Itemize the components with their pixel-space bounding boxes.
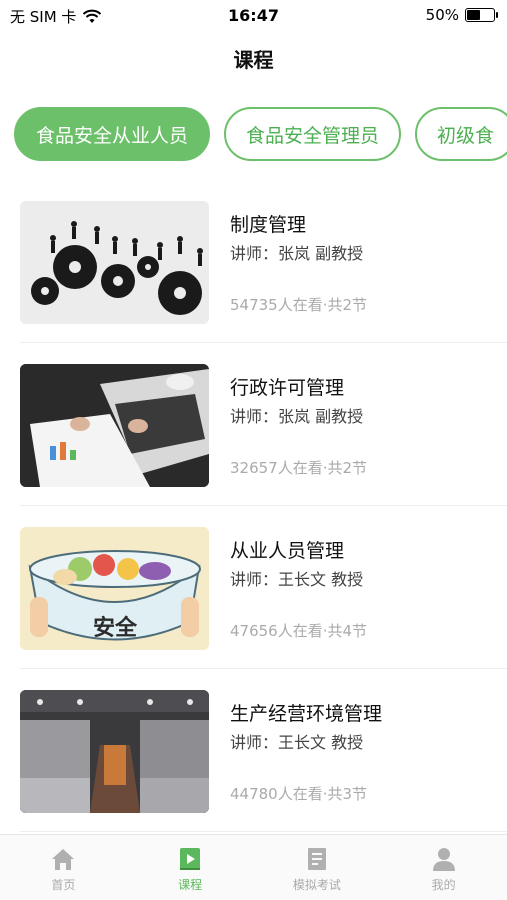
tab-profile[interactable]: 我的 <box>380 835 507 900</box>
tab-bar: 首页 课程 模拟考试 我的 <box>0 834 507 900</box>
home-icon <box>52 849 75 870</box>
tab-exam[interactable]: 模拟考试 <box>254 835 381 900</box>
course-stats: 54735人在看·共2节 <box>230 296 368 314</box>
course-list: 制度管理 讲师：张岚 副教授 54735人在看·共2节 行政许可管理 讲师：张岚… <box>0 180 507 832</box>
course-item[interactable]: 安全 从业人员管理 讲师：王长文 教授 47656人在看·共4节 <box>20 506 507 669</box>
course-item[interactable]: 行政许可管理 讲师：张岚 副教授 32657人在看·共2节 <box>20 343 507 506</box>
course-thumbnail <box>20 201 209 324</box>
tab-label: 我的 <box>431 878 456 892</box>
tab-label: 模拟考试 <box>292 878 341 892</box>
course-stats: 44780人在看·共3节 <box>230 785 368 803</box>
battery-icon <box>465 8 498 22</box>
course-thumbnail <box>20 364 209 487</box>
battery-percent: 50% <box>425 6 459 24</box>
course-teacher: 讲师：王长文 教授 <box>230 570 364 589</box>
course-title: 行政许可管理 <box>230 377 345 399</box>
course-icon <box>180 848 201 870</box>
course-stats: 47656人在看·共4节 <box>230 622 368 640</box>
exam-icon <box>307 848 326 870</box>
course-teacher: 讲师：张岚 副教授 <box>230 407 364 426</box>
status-bar: 无 SIM 卡 16:47 50% <box>0 0 507 30</box>
category-chip-junior[interactable]: 初级食 <box>415 107 507 161</box>
course-teacher: 讲师：张岚 副教授 <box>230 244 364 263</box>
course-title: 生产经营环境管理 <box>230 703 383 725</box>
tab-home[interactable]: 首页 <box>0 835 127 900</box>
category-scroller[interactable]: 食品安全从业人员 食品安全管理员 初级食 <box>0 100 507 170</box>
tab-course[interactable]: 课程 <box>127 835 254 900</box>
course-thumbnail <box>20 690 209 813</box>
course-item[interactable]: 生产经营环境管理 讲师：王长文 教授 44780人在看·共3节 <box>20 669 507 832</box>
course-item[interactable]: 制度管理 讲师：张岚 副教授 54735人在看·共2节 <box>20 180 507 343</box>
category-chip-manager[interactable]: 食品安全管理员 <box>224 107 402 161</box>
page-title: 课程 <box>233 48 274 72</box>
course-stats: 32657人在看·共2节 <box>230 459 368 477</box>
tab-label: 课程 <box>178 878 203 892</box>
category-chip-staff[interactable]: 食品安全从业人员 <box>14 107 211 161</box>
tab-label: 首页 <box>51 878 76 892</box>
thumbnail-caption: 安全 <box>93 615 138 641</box>
course-title: 制度管理 <box>230 214 307 236</box>
profile-icon <box>432 848 455 871</box>
course-thumbnail: 安全 <box>20 527 209 650</box>
course-teacher: 讲师：王长文 教授 <box>230 733 364 752</box>
course-title: 从业人员管理 <box>230 540 345 562</box>
